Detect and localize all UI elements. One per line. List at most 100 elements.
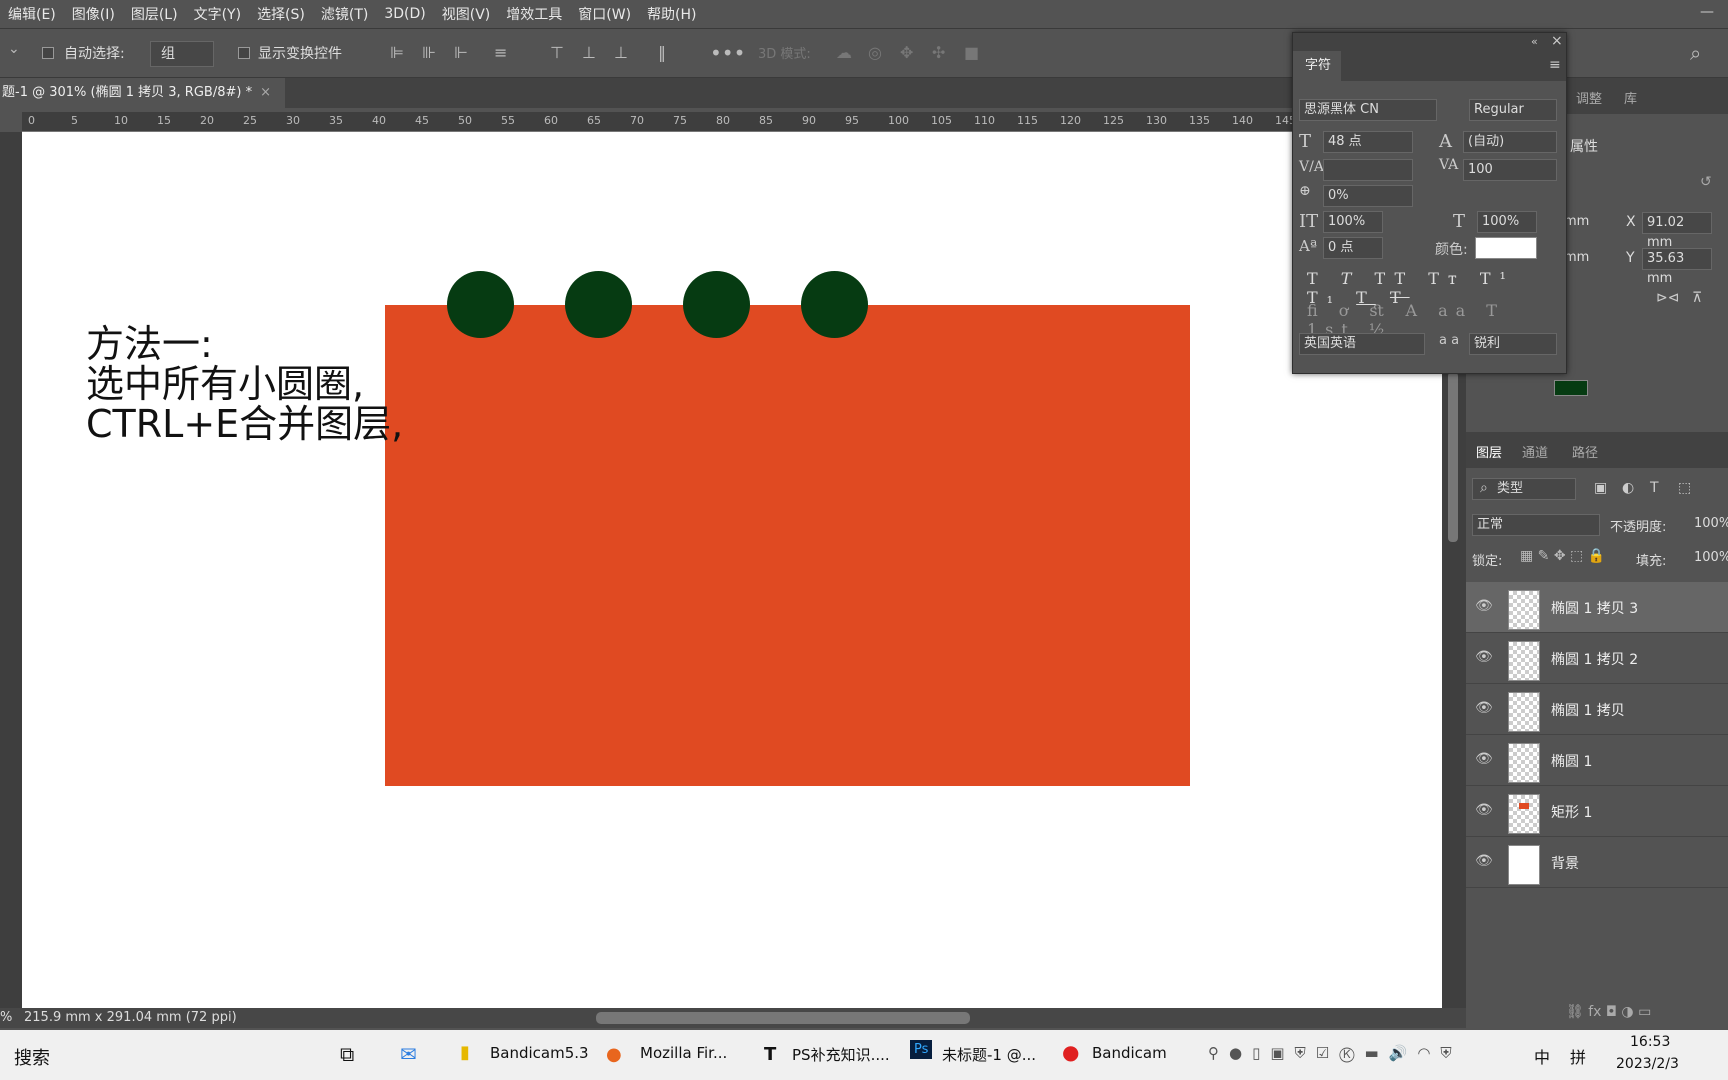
task-view-icon[interactable]: ⧉ — [340, 1042, 354, 1066]
horizontal-scrollbar-thumb[interactable] — [596, 1012, 970, 1024]
reset-icon[interactable]: ↺ — [1700, 174, 1712, 190]
tracking-field[interactable]: 100 — [1463, 159, 1557, 181]
antialias-select[interactable]: 锐利 — [1469, 333, 1557, 355]
vertical-scale-field[interactable]: 100% — [1323, 211, 1383, 233]
task-ps-notes[interactable]: PS补充知识.... — [792, 1044, 890, 1065]
ime-mode[interactable]: 拼 — [1570, 1044, 1586, 1068]
slide-icon[interactable]: ✣ — [932, 43, 945, 62]
tab-layers[interactable]: 图层 — [1476, 442, 1502, 461]
orbit-icon[interactable]: ☁ — [836, 43, 852, 62]
baseline-field[interactable]: 0 点 — [1323, 237, 1383, 259]
menu-image[interactable]: 图像(I) — [72, 4, 115, 24]
align-left-icon[interactable]: ⊫ — [390, 43, 404, 62]
horizontal-scale-field[interactable]: 100% — [1477, 211, 1537, 233]
blend-mode-select[interactable]: 正常 — [1472, 514, 1600, 536]
fill-value[interactable]: 100% — [1694, 550, 1728, 565]
y-field[interactable]: 35.63 mm — [1642, 248, 1712, 286]
menu-plugins[interactable]: 增效工具 — [506, 4, 562, 24]
group-select[interactable]: 组 — [150, 41, 214, 67]
circle-4[interactable] — [801, 271, 868, 338]
tab-paths[interactable]: 路径 — [1572, 442, 1598, 461]
layer-row[interactable]: 👁 椭圆 1 拷贝 — [1466, 684, 1728, 735]
eye-icon[interactable]: 👁 — [1475, 751, 1493, 767]
shape-filter-icon[interactable]: ⬚ — [1678, 480, 1691, 496]
collapse-icon[interactable]: « — [1531, 35, 1538, 48]
text-color-swatch[interactable] — [1475, 237, 1537, 259]
text-filter-icon[interactable]: T — [1650, 480, 1659, 496]
layer-footer-icons[interactable]: ⛓ fx ◘ ◑ ▭ — [1566, 1004, 1651, 1020]
canvas[interactable]: 方法一: 选中所有小圆圈, CTRL+E合并图层, — [22, 132, 1442, 1008]
align-right-icon[interactable]: ⊩ — [454, 43, 468, 62]
menu-view[interactable]: 视图(V) — [442, 4, 491, 24]
menu-type[interactable]: 文字(Y) — [194, 4, 241, 24]
show-transform-checkbox[interactable] — [238, 47, 250, 59]
image-filter-icon[interactable]: ▣ — [1594, 480, 1607, 496]
folder-icon[interactable]: ▮ — [460, 1042, 470, 1063]
close-icon[interactable]: × — [1551, 33, 1563, 49]
task-photoshop[interactable]: 未标题-1 @... — [942, 1044, 1036, 1065]
font-size-field[interactable]: 48 点 — [1323, 131, 1413, 153]
search-box[interactable]: 搜索 — [14, 1044, 50, 1070]
align-bottom-icon[interactable]: ⊥ — [614, 43, 628, 62]
scroll-thumb[interactable] — [1448, 372, 1458, 542]
tab-document[interactable]: 题-1 @ 301% (椭圆 1 拷贝 3, RGB/8#) * × — [0, 78, 285, 108]
align-center-icon[interactable]: ⊪ — [422, 43, 436, 62]
flip-h-icon[interactable]: ⊳⊲ — [1656, 290, 1679, 306]
menu-icon[interactable]: ≡ — [1549, 57, 1561, 73]
font-style-select[interactable]: Regular — [1469, 99, 1557, 121]
menu-select[interactable]: 选择(S) — [257, 4, 305, 24]
layer-row[interactable]: 👁 椭圆 1 拷贝 2 — [1466, 633, 1728, 684]
minimize-icon[interactable]: — — [1700, 4, 1714, 20]
tray-icons[interactable]: ⚲●▯▣⛨☑Ⓚ▬🔊◠⛨ — [1208, 1044, 1462, 1062]
fill-swatch[interactable] — [1554, 380, 1588, 396]
menu-window[interactable]: 窗口(W) — [578, 4, 631, 24]
auto-select-checkbox[interactable] — [42, 47, 54, 59]
roll-icon[interactable]: ◎ — [868, 43, 882, 62]
firefox-icon[interactable]: ● — [606, 1044, 622, 1065]
tab-adjustments[interactable]: 调整 — [1576, 88, 1602, 107]
layer-row[interactable]: 👁 椭圆 1 拷贝 3 — [1466, 582, 1728, 633]
kerning-field[interactable] — [1323, 159, 1413, 181]
language-select[interactable]: 英国英语 — [1299, 333, 1425, 355]
eye-icon[interactable]: 👁 — [1475, 598, 1493, 614]
distribute-icon[interactable]: ≡ — [494, 43, 507, 62]
align-top-icon[interactable]: ⊤ — [550, 43, 564, 62]
camera-icon[interactable]: ■ — [964, 43, 979, 62]
eye-icon[interactable]: 👁 — [1475, 853, 1493, 869]
distribute-v-icon[interactable]: ‖ — [658, 43, 666, 62]
tsume-field[interactable]: 0% — [1323, 185, 1413, 207]
bandicam-icon[interactable]: ● — [1062, 1040, 1079, 1064]
photoshop-icon[interactable]: Ps — [910, 1040, 933, 1059]
ime-indicator[interactable]: 中 — [1534, 1044, 1550, 1068]
search-icon[interactable]: ⌕ — [1690, 41, 1701, 65]
close-icon[interactable]: × — [260, 85, 271, 100]
opacity-value[interactable]: 100% — [1694, 516, 1728, 531]
font-family-select[interactable]: 思源黑体 CN — [1299, 99, 1437, 121]
task-bandicam53[interactable]: Bandicam5.3 — [490, 1044, 589, 1062]
circle-2[interactable] — [565, 271, 632, 338]
adjust-filter-icon[interactable]: ◐ — [1622, 480, 1634, 496]
task-bandicam[interactable]: Bandicam — [1092, 1044, 1167, 1062]
circle-1[interactable] — [447, 271, 514, 338]
align-middle-icon[interactable]: ⊥ — [582, 43, 596, 62]
menu-filter[interactable]: 滤镜(T) — [321, 4, 368, 24]
menu-layer[interactable]: 图层(L) — [131, 4, 178, 24]
orange-rectangle[interactable] — [385, 305, 1190, 786]
tab-library[interactable]: 库 — [1624, 88, 1637, 107]
layer-row[interactable]: 👁 矩形 1 — [1466, 786, 1728, 837]
eye-icon[interactable]: 👁 — [1475, 802, 1493, 818]
text-app-icon[interactable]: T — [764, 1044, 776, 1065]
mail-icon[interactable]: ✉ — [400, 1042, 417, 1066]
tab-channels[interactable]: 通道 — [1522, 442, 1548, 461]
menu-edit[interactable]: 编辑(E) — [8, 4, 56, 24]
layer-row[interactable]: 👁 椭圆 1 — [1466, 735, 1728, 786]
flip-v-icon[interactable]: ⊼ — [1692, 290, 1702, 306]
more-icon[interactable]: ••• — [710, 41, 745, 65]
chevron-down-icon[interactable]: ⌄ — [8, 41, 20, 57]
menu-3d[interactable]: 3D(D) — [384, 6, 425, 22]
lock-pixels-icon[interactable]: ▦ ✎ ✥ ⬚ 🔒 — [1520, 548, 1605, 564]
pan-icon[interactable]: ✥ — [900, 43, 913, 62]
eye-icon[interactable]: 👁 — [1475, 649, 1493, 665]
circle-3[interactable] — [683, 271, 750, 338]
menu-help[interactable]: 帮助(H) — [647, 4, 696, 24]
